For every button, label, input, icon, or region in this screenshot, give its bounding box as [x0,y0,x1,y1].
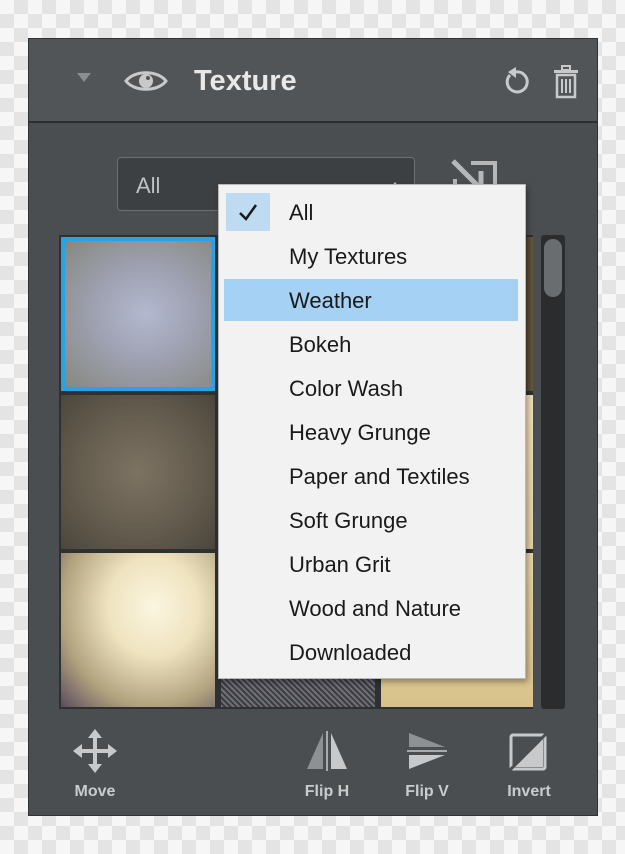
panel-header: Texture [29,39,597,123]
menu-item-weather[interactable]: Weather [224,279,518,321]
menu-item-all[interactable]: All [224,191,518,233]
menu-item-label: All [289,200,314,225]
invert-icon [507,729,551,773]
trash-icon[interactable] [553,65,579,99]
move-icon [73,729,117,773]
texture-thumbnail[interactable] [61,395,215,549]
scrollbar-thumb[interactable] [544,239,562,297]
reset-icon[interactable] [501,66,531,98]
menu-item-label: Soft Grunge [289,508,408,533]
menu-item-heavy-grunge[interactable]: Heavy Grunge [224,411,518,453]
menu-item-urban-grit[interactable]: Urban Grit [224,543,518,585]
menu-item-label: Heavy Grunge [289,420,431,445]
flip-vertical-icon [407,733,447,769]
menu-item-wood-and-nature[interactable]: Wood and Nature [224,587,518,629]
menu-item-label: Bokeh [289,332,352,357]
collapse-arrow-icon[interactable] [77,73,91,82]
invert-label: Invert [507,783,551,800]
flip-v-label: Flip V [405,783,449,800]
move-label: Move [74,783,116,800]
menu-item-soft-grunge[interactable]: Soft Grunge [224,499,518,541]
menu-item-label: Color Wash [289,376,404,401]
flip-v-button[interactable]: Flip V [387,729,467,801]
move-button[interactable]: Move [55,729,135,801]
texture-thumbnail[interactable] [61,553,215,707]
texture-category-menu: All My Textures Weather Bokeh Color Wash… [218,184,526,679]
menu-item-paper-and-textiles[interactable]: Paper and Textiles [224,455,518,497]
menu-item-label: Urban Grit [289,552,391,577]
menu-item-downloaded[interactable]: Downloaded [224,631,518,673]
menu-item-my-textures[interactable]: My Textures [224,235,518,277]
menu-item-label: Paper and Textiles [289,464,470,489]
flip-horizontal-icon [307,731,347,771]
menu-item-label: Wood and Nature [289,596,462,621]
invert-button[interactable]: Invert [489,729,569,801]
dropdown-selected-value: All [136,173,161,198]
check-icon-box [226,193,270,231]
menu-item-color-wash[interactable]: Color Wash [224,367,518,409]
checkmark-icon [239,204,258,221]
menu-item-bokeh[interactable]: Bokeh [224,323,518,365]
panel-title: Texture [194,65,297,97]
menu-item-label: Weather [289,288,372,313]
grid-scrollbar[interactable] [541,235,565,709]
menu-item-label: Downloaded [289,640,412,665]
menu-item-label: My Textures [289,244,408,269]
flip-h-button[interactable]: Flip H [287,729,367,801]
texture-thumbnail-selected[interactable] [61,237,215,391]
eye-icon[interactable] [124,67,168,95]
flip-h-label: Flip H [304,783,350,800]
texture-toolbar: Move Flip H Flip V Invert [29,729,597,809]
